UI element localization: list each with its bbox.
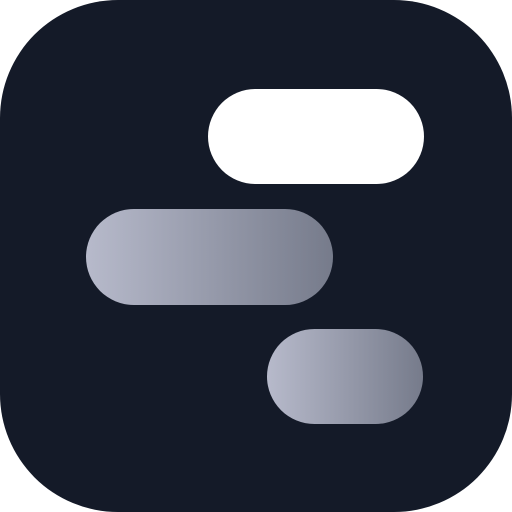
timeline-bar-bottom (267, 329, 423, 424)
timeline-bar-middle (86, 209, 333, 305)
timeline-bar-top (208, 89, 424, 184)
app-icon[interactable] (0, 0, 512, 512)
icon-tile-background (0, 0, 512, 512)
